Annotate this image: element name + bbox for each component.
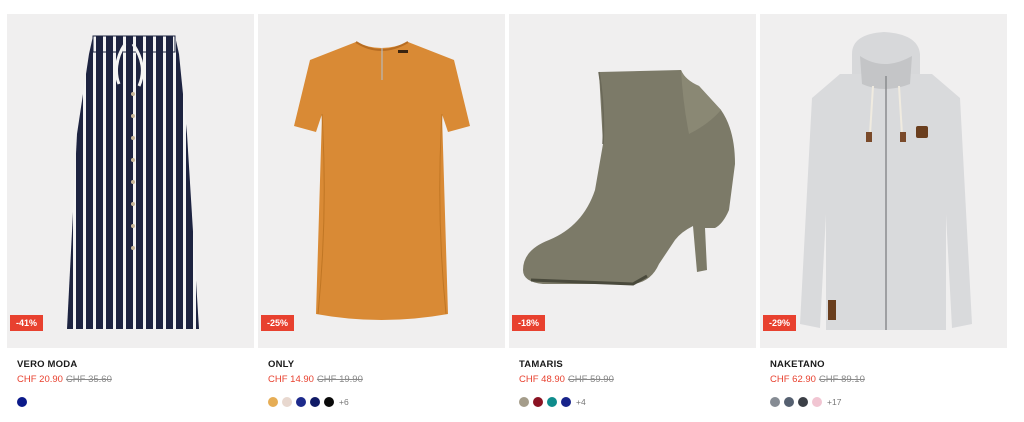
product-card[interactable]: -25% ONLY CHF 14.90 CHF 19.90 +6 — [258, 14, 505, 422]
color-swatches: +4 — [519, 397, 586, 407]
product-image-container[interactable]: -29% — [760, 14, 1007, 348]
discount-badge: -25% — [261, 315, 295, 331]
color-swatch[interactable] — [310, 397, 320, 407]
color-swatch[interactable] — [547, 397, 557, 407]
color-swatch[interactable] — [561, 397, 571, 407]
sale-price: CHF 48.90 — [519, 374, 565, 385]
product-grid: -41% VERO MODA CHF 20.90 CHF 35.60 -25% O… — [0, 0, 1024, 422]
product-image-container[interactable]: -18% — [509, 14, 756, 348]
original-price: CHF 35.60 — [65, 374, 112, 385]
product-card[interactable]: -18% TAMARIS CHF 48.90 CHF 59.90 +4 — [509, 14, 756, 422]
color-swatch[interactable] — [812, 397, 822, 407]
discount-badge: -41% — [10, 315, 44, 331]
color-swatch[interactable] — [296, 397, 306, 407]
price-row: CHF 48.90 CHF 59.90 — [519, 374, 614, 385]
ankle-boot-image — [523, 70, 735, 286]
brand-name[interactable]: TAMARIS — [519, 359, 563, 370]
striped-skirt-image — [67, 35, 199, 329]
price-row: CHF 14.90 CHF 19.90 — [268, 374, 363, 385]
original-price: CHF 59.90 — [567, 374, 614, 385]
color-swatch[interactable] — [519, 397, 529, 407]
color-swatches: +17 — [770, 397, 841, 407]
brand-name[interactable]: NAKETANO — [770, 359, 825, 370]
sale-price: CHF 14.90 — [268, 374, 314, 385]
product-image-container[interactable]: -41% — [7, 14, 254, 348]
sale-price: CHF 62.90 — [770, 374, 816, 385]
product-card[interactable]: -29% NAKETANO CHF 62.90 CHF 89.10 +17 — [760, 14, 1007, 422]
color-swatch[interactable] — [324, 397, 334, 407]
original-price: CHF 19.90 — [316, 374, 363, 385]
color-swatch[interactable] — [282, 397, 292, 407]
color-swatch[interactable] — [770, 397, 780, 407]
sale-price: CHF 20.90 — [17, 374, 63, 385]
color-swatches — [17, 397, 27, 407]
more-colors-count[interactable]: +4 — [576, 397, 586, 407]
brand-name[interactable]: VERO MODA — [17, 359, 77, 370]
color-swatch[interactable] — [798, 397, 808, 407]
color-swatch[interactable] — [268, 397, 278, 407]
discount-badge: -18% — [512, 315, 546, 331]
grey-hoodie-image — [800, 32, 972, 330]
price-row: CHF 62.90 CHF 89.10 — [770, 374, 865, 385]
color-swatch[interactable] — [17, 397, 27, 407]
price-row: CHF 20.90 CHF 35.60 — [17, 374, 112, 385]
product-card[interactable]: -41% VERO MODA CHF 20.90 CHF 35.60 — [7, 14, 254, 422]
brand-name[interactable]: ONLY — [268, 359, 294, 370]
color-swatch[interactable] — [533, 397, 543, 407]
orange-top-image — [294, 41, 470, 320]
more-colors-count[interactable]: +6 — [339, 397, 349, 407]
more-colors-count[interactable]: +17 — [827, 397, 841, 407]
product-image-container[interactable]: -25% — [258, 14, 505, 348]
discount-badge: -29% — [763, 315, 797, 331]
color-swatch[interactable] — [784, 397, 794, 407]
original-price: CHF 89.10 — [818, 374, 865, 385]
color-swatches: +6 — [268, 397, 349, 407]
